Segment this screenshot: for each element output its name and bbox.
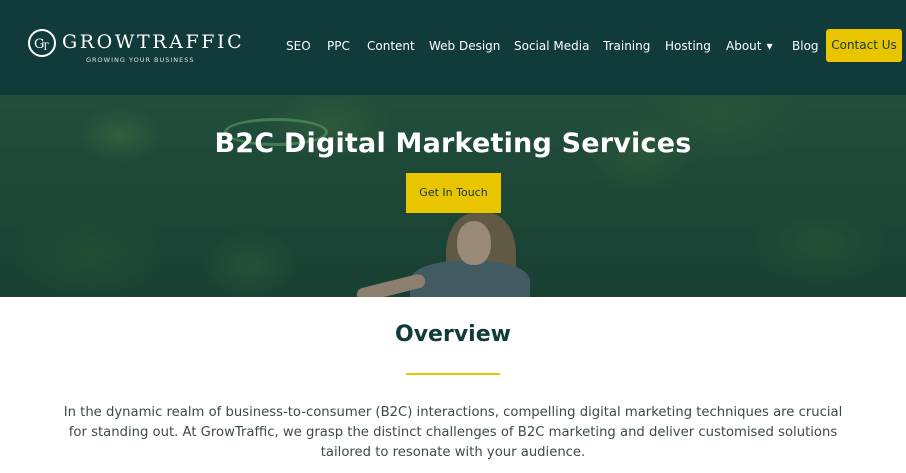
nav-item-seo[interactable]: SEO [286, 38, 311, 54]
hero-title: B2C Digital Marketing Services [214, 128, 692, 159]
site-header: G T GROWTRAFFIC GROWING YOUR BUSINESS SE… [0, 0, 906, 95]
nav-item-content[interactable]: Content [367, 38, 415, 54]
main-nav: SEO PPC Content Web Design Social Media … [0, 0, 906, 95]
nav-item-ppc[interactable]: PPC [327, 38, 350, 54]
overview-divider [406, 373, 500, 375]
overview-heading: Overview [395, 322, 511, 347]
nav-item-about-label: About [726, 39, 762, 53]
nav-item-about[interactable]: About ▼ [726, 38, 773, 55]
nav-item-hosting[interactable]: Hosting [665, 38, 711, 54]
contact-us-button[interactable]: Contact Us [826, 29, 902, 62]
chevron-down-icon: ▼ [766, 42, 773, 51]
nav-item-training[interactable]: Training [603, 38, 650, 54]
hero-banner: B2C Digital Marketing Services Get In To… [0, 95, 906, 297]
nav-item-blog[interactable]: Blog [792, 38, 819, 54]
get-in-touch-button[interactable]: Get In Touch [406, 173, 501, 213]
nav-item-social-media[interactable]: Social Media [514, 38, 589, 54]
overview-paragraph: In the dynamic realm of business-to-cons… [63, 405, 843, 460]
nav-item-web-design[interactable]: Web Design [429, 38, 500, 54]
